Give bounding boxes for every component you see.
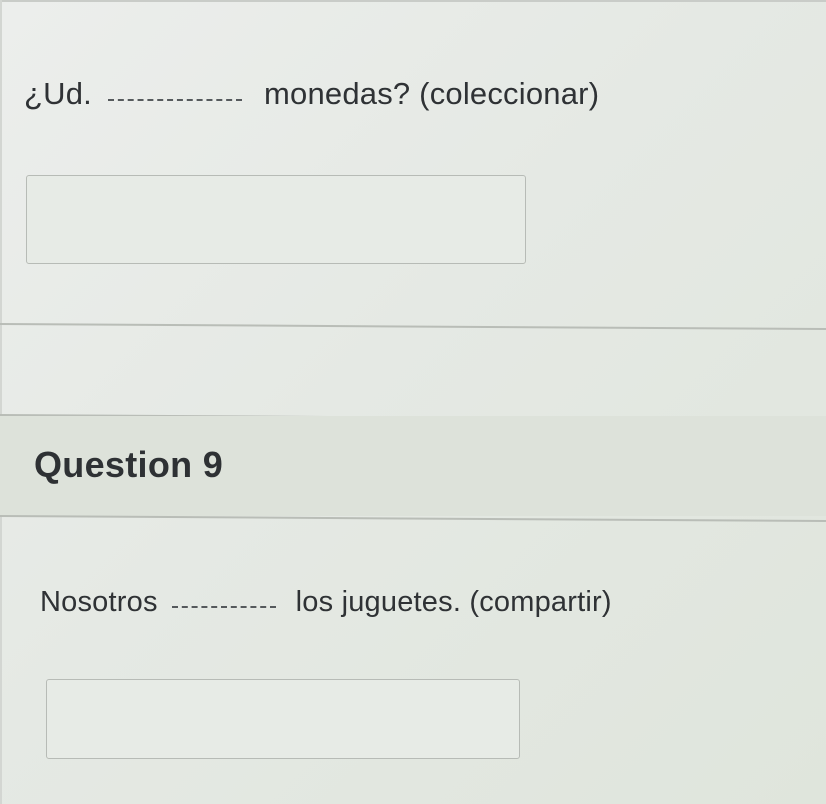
question-9-prompt-before: Nosotros bbox=[40, 586, 158, 618]
question-8-prompt-after: monedas? (coleccionar) bbox=[263, 76, 600, 111]
section-divider bbox=[0, 323, 826, 331]
question-9-blank bbox=[171, 606, 276, 608]
question-8-prompt: ¿Ud. monedas? (coleccionar) bbox=[24, 76, 599, 112]
question-9-prompt-after: los juguetes. (compartir) bbox=[295, 586, 612, 618]
question-8-blank bbox=[107, 99, 242, 101]
left-border bbox=[0, 0, 2, 804]
question-8-prompt-before: ¿Ud. bbox=[24, 76, 92, 111]
question-9-title: Question 9 bbox=[34, 444, 224, 485]
question-9-answer-input[interactable] bbox=[46, 679, 520, 759]
question-9-prompt: Nosotros los juguetes. (compartir) bbox=[40, 586, 612, 619]
top-border bbox=[0, 0, 826, 2]
question-header-bottom-divider bbox=[0, 515, 826, 523]
question-8-answer-input[interactable] bbox=[26, 175, 526, 264]
